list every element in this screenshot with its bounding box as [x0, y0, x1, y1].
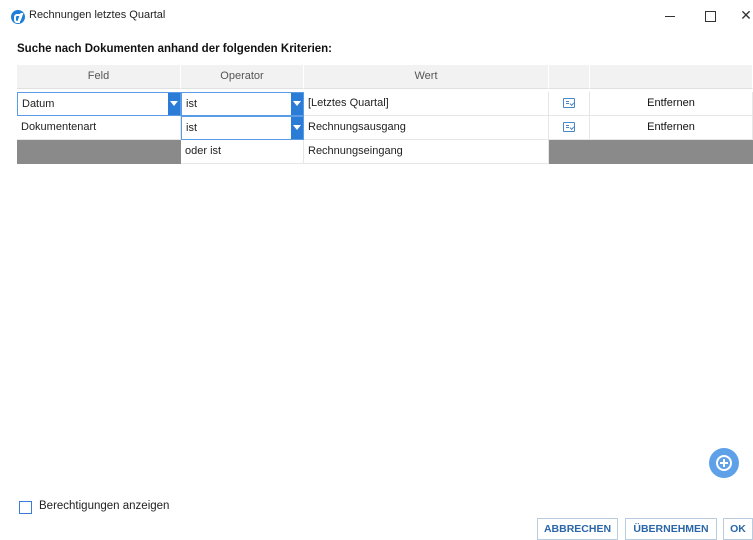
column-header-value: Wert — [304, 65, 549, 89]
table-row: oder ist Rechnungseingang — [17, 140, 753, 164]
close-button[interactable]: ✕ — [736, 8, 753, 24]
operator-select[interactable]: ist — [181, 116, 304, 140]
cancel-button[interactable]: ABBRECHEN — [537, 518, 618, 540]
maximize-button[interactable] — [700, 8, 720, 24]
edit-value-icon — [563, 98, 575, 108]
apply-button[interactable]: ÜBERNEHMEN — [625, 518, 717, 540]
title-bar: Rechnungen letztes Quartal ✕ — [0, 0, 753, 32]
field-select-value: Datum — [22, 98, 55, 110]
table-header: Feld Operator Wert — [17, 65, 753, 89]
remove-button[interactable]: Entfernen — [590, 116, 753, 140]
value-cell[interactable]: Rechnungsausgang — [304, 116, 549, 140]
add-criterion-button[interactable] — [709, 448, 739, 478]
edit-value-button[interactable] — [549, 116, 590, 140]
action-cell-empty — [590, 140, 753, 164]
field-select[interactable]: Datum — [17, 92, 181, 116]
column-header-operator: Operator — [181, 65, 304, 89]
edit-value-icon — [563, 122, 575, 132]
operator-cell[interactable]: oder ist — [181, 140, 304, 164]
minimize-button[interactable] — [660, 8, 680, 24]
add-circle-icon-stroke — [723, 459, 725, 467]
page-heading: Suche nach Dokumenten anhand der folgend… — [17, 43, 333, 55]
column-header-action — [590, 65, 753, 89]
operator-select-value: ist — [186, 98, 197, 110]
operator-select[interactable]: ist — [181, 92, 304, 116]
value-cell[interactable]: [Letztes Quartal] — [304, 92, 549, 116]
column-header-field: Feld — [17, 65, 181, 89]
table-row: Dokumentenart ist Rechnungsausgang Entfe… — [17, 116, 753, 140]
dropdown-arrow-icon[interactable] — [291, 93, 303, 115]
field-cell[interactable]: Dokumentenart — [17, 116, 181, 140]
show-permissions-checkbox[interactable] — [19, 501, 32, 514]
value-cell[interactable]: Rechnungseingang — [304, 140, 549, 164]
window-title: Rechnungen letztes Quartal — [29, 9, 166, 21]
dropdown-arrow-icon[interactable] — [291, 117, 303, 139]
edit-value-button[interactable] — [549, 92, 590, 116]
remove-button[interactable]: Entfernen — [590, 92, 753, 116]
ok-button[interactable]: OK — [723, 518, 753, 540]
column-header-edit — [549, 65, 590, 89]
operator-select-value: ist — [186, 122, 197, 134]
edit-cell-empty — [549, 140, 590, 164]
table-row: Datum ist [Letztes Quartal] Entfernen — [17, 92, 753, 116]
dropdown-arrow-icon[interactable] — [168, 93, 180, 115]
show-permissions-label[interactable]: Berechtigungen anzeigen — [39, 500, 169, 512]
app-logo-icon — [11, 10, 25, 24]
field-cell-empty — [17, 140, 181, 164]
